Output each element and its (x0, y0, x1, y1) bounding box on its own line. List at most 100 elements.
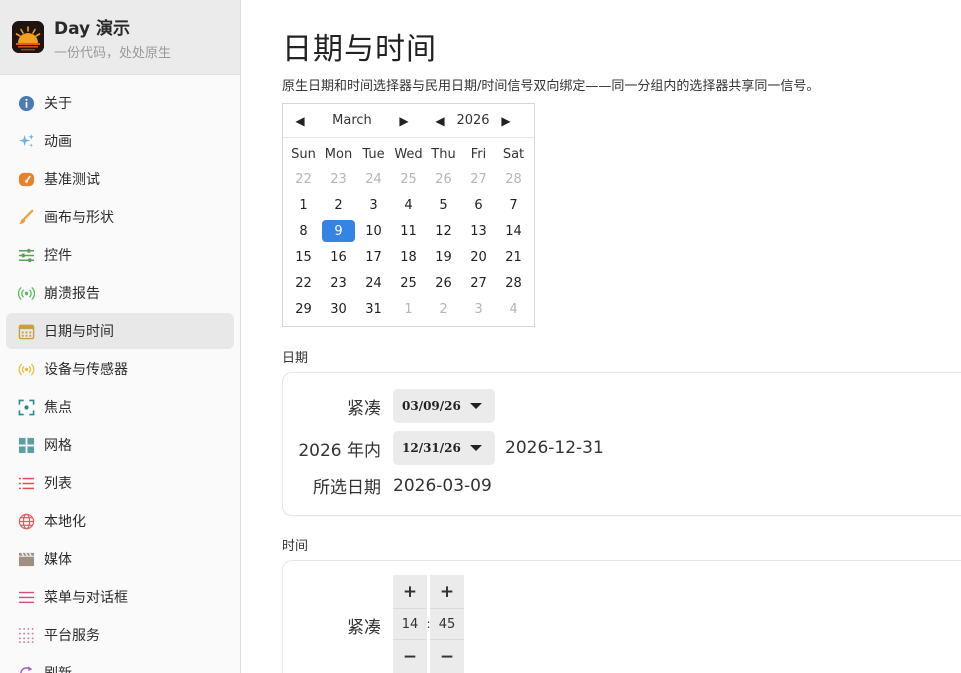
calendar-day-number: 7 (509, 197, 518, 213)
calendar-day[interactable]: 26 (426, 166, 461, 192)
calendar-month: March (332, 113, 372, 128)
calendar-day[interactable]: 2 (321, 192, 356, 218)
calendar-day[interactable]: 4 (496, 296, 531, 322)
calendar-day[interactable]: 11 (391, 218, 426, 244)
calendar-day[interactable]: 15 (286, 244, 321, 270)
calendar-day[interactable]: 22 (286, 270, 321, 296)
calendar-day-number: 23 (330, 171, 347, 187)
calendar-day[interactable]: 18 (391, 244, 426, 270)
calendar-day[interactable]: 3 (461, 296, 496, 322)
sidebar-item[interactable]: 刷新 (6, 655, 234, 673)
calendar-day[interactable]: 28 (496, 270, 531, 296)
calendar-day[interactable]: 24 (356, 270, 391, 296)
minute-increment-button[interactable]: + (430, 575, 464, 608)
calendar-day[interactable]: 21 (496, 244, 531, 270)
next-year-button[interactable]: ▶ (495, 110, 517, 132)
calendar-day-number: 13 (470, 223, 487, 239)
sidebar-item-label: 本地化 (44, 514, 86, 530)
calendar-day[interactable]: 23 (321, 270, 356, 296)
sidebar-item[interactable]: 日期与时间 (6, 313, 234, 349)
main-content: 日期与时间 原生日期和时间选择器与民用日期/时间信号双向绑定——同一分组内的选择… (241, 0, 961, 673)
calendar-day[interactable]: 2 (426, 296, 461, 322)
calendar-day-number: 21 (505, 249, 522, 265)
sidebar-item[interactable]: 基准测试 (6, 161, 234, 197)
dots-grid-icon (17, 626, 35, 644)
calendar-day[interactable]: 8 (286, 218, 321, 244)
calendar-day[interactable]: 30 (321, 296, 356, 322)
sidebar-item[interactable]: 媒体 (6, 541, 234, 577)
prev-month-button[interactable]: ◀ (289, 110, 311, 132)
sidebar-item[interactable]: 列表 (6, 465, 234, 501)
calendar-day-selected[interactable]: 9 (321, 218, 356, 244)
next-month-button[interactable]: ▶ (393, 110, 415, 132)
calendar-day-number: 25 (400, 171, 417, 187)
selected-date-value: 2026-03-09 (393, 475, 492, 496)
list-icon (17, 474, 35, 492)
sidebar-item-label: 崩溃报告 (44, 286, 100, 302)
refresh-icon (17, 664, 35, 673)
calendar-day[interactable]: 5 (426, 192, 461, 218)
calendar-day[interactable]: 25 (391, 270, 426, 296)
sidebar-item[interactable]: 网格 (6, 427, 234, 463)
calendar-day-number: 27 (470, 171, 487, 187)
within-year-dropdown[interactable]: 12/31/26 (393, 431, 495, 465)
clapper-icon (17, 550, 35, 568)
calendar-day[interactable]: 25 (391, 166, 426, 192)
sidebar-item[interactable]: 崩溃报告 (6, 275, 234, 311)
calendar-day-number: 23 (330, 275, 347, 291)
calendar-day[interactable]: 27 (461, 166, 496, 192)
calendar-day[interactable]: 1 (391, 296, 426, 322)
hour-increment-button[interactable]: + (393, 575, 427, 608)
sidebar-item[interactable]: 平台服务 (6, 617, 234, 653)
minute-decrement-button[interactable]: − (430, 640, 464, 673)
dropdown-arrow-icon (469, 445, 482, 451)
within-year-row: 2026 年内 12/31/26 2026-12-31 (283, 431, 604, 465)
prev-year-button[interactable]: ◀ (429, 110, 451, 132)
calendar-day[interactable]: 23 (321, 166, 356, 192)
sidebar-item[interactable]: 菜单与对话框 (6, 579, 234, 615)
calendar-day[interactable]: 28 (496, 166, 531, 192)
sidebar-item[interactable]: 画布与形状 (6, 199, 234, 235)
calendar-day[interactable]: 22 (286, 166, 321, 192)
calendar-header: ◀ March ▶ ◀ 2026 ▶ (283, 104, 534, 138)
weekday-label: Fri (470, 146, 487, 162)
calendar-day[interactable]: 26 (426, 270, 461, 296)
calendar-day[interactable]: 13 (461, 218, 496, 244)
calendar-day[interactable]: 16 (321, 244, 356, 270)
calendar-day[interactable]: 6 (461, 192, 496, 218)
hour-value[interactable]: 14 (393, 608, 427, 640)
sidebar-item[interactable]: 控件 (6, 237, 234, 273)
calendar-day[interactable]: 7 (496, 192, 531, 218)
calendar-day-number: 12 (435, 223, 452, 239)
minute-value[interactable]: 45 (430, 608, 464, 640)
compact-time-label: 紧凑 (347, 618, 381, 638)
sidebar-item[interactable]: 关于 (6, 85, 234, 121)
compact-date-dropdown[interactable]: 03/09/26 (393, 389, 495, 423)
weekday-label: Sat (502, 146, 525, 162)
calendar-day[interactable]: 27 (461, 270, 496, 296)
weekday-label: Wed (394, 146, 423, 162)
calendar-grid: Sun Mon Tue Wed Thu Fri Sat 22 23 24 25 26 27 28 1 2 3 4 5… (283, 138, 534, 326)
calendar-day[interactable]: 19 (426, 244, 461, 270)
sidebar-item-label: 基准测试 (44, 172, 100, 188)
calendar-day[interactable]: 1 (286, 192, 321, 218)
sidebar-header: Day 演示 一份代码，处处原生 (0, 0, 240, 75)
sidebar-item[interactable]: 本地化 (6, 503, 234, 539)
calendar-day[interactable]: 3 (356, 192, 391, 218)
sidebar-item[interactable]: 设备与传感器 (6, 351, 234, 387)
calendar-day[interactable]: 20 (461, 244, 496, 270)
calendar-day-number: 1 (404, 301, 413, 317)
sidebar-item[interactable]: 动画 (6, 123, 234, 159)
calendar-day[interactable]: 4 (391, 192, 426, 218)
minute-column: + 45 − (430, 575, 464, 673)
calendar-day[interactable]: 14 (496, 218, 531, 244)
calendar-day[interactable]: 31 (356, 296, 391, 322)
calendar-day[interactable]: 12 (426, 218, 461, 244)
calendar-day[interactable]: 17 (356, 244, 391, 270)
hour-decrement-button[interactable]: − (393, 640, 427, 673)
calendar-day-number: 9 (322, 220, 355, 242)
calendar-day[interactable]: 24 (356, 166, 391, 192)
calendar-day[interactable]: 10 (356, 218, 391, 244)
calendar-day[interactable]: 29 (286, 296, 321, 322)
sidebar-item[interactable]: 焦点 (6, 389, 234, 425)
